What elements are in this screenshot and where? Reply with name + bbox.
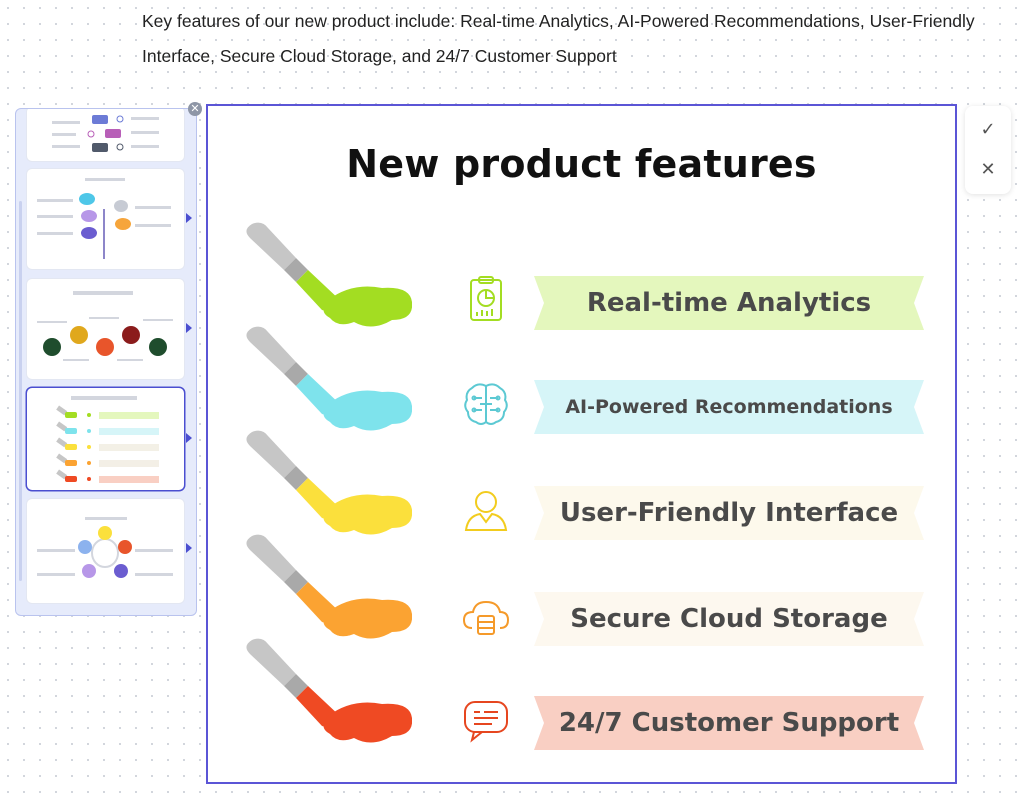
thumbnail-scrollbar[interactable] <box>19 201 22 581</box>
user-icon <box>460 484 512 536</box>
paintbrush-icon <box>246 326 412 431</box>
slide-thumbnail-3[interactable] <box>27 279 184 379</box>
slide-thumbnail-2[interactable] <box>27 169 184 269</box>
thumbnail-arrow-icon <box>186 433 192 443</box>
feature-ribbon-1: Real-time Analytics <box>534 276 924 330</box>
paintbrush-icon <box>246 534 412 639</box>
analytics-clipboard-icon <box>460 274 512 326</box>
feature-ribbon-3: User-Friendly Interface <box>534 486 924 540</box>
thumbnail-arrow-icon <box>186 213 192 223</box>
slide-canvas[interactable]: New product features Real-time Analytics <box>206 104 957 784</box>
feature-ribbon-2: AI-Powered Recommendations <box>534 380 924 434</box>
slide-thumbnail-panel <box>15 108 197 616</box>
checkmark-icon: ✓ <box>980 119 996 140</box>
feature-ribbon-5: 24/7 Customer Support <box>534 696 924 750</box>
feature-label-1: Real-time Analytics <box>586 288 872 318</box>
paintbrush-icon <box>246 638 412 743</box>
thumbnail-panel-close-icon[interactable]: ✕ <box>188 102 202 116</box>
feature-label-3: User-Friendly Interface <box>559 498 899 528</box>
paintbrush-icon <box>246 222 412 327</box>
close-icon: ✕ <box>980 159 996 180</box>
accept-button[interactable]: ✓ <box>965 110 1011 150</box>
feature-label-4: Secure Cloud Storage <box>570 604 888 634</box>
slide-thumbnail-4[interactable] <box>27 388 184 490</box>
thumbnail-arrow-icon <box>186 543 192 553</box>
slide-thumbnail-1[interactable] <box>27 109 184 161</box>
thumbnail-arrow-icon <box>186 323 192 333</box>
cloud-storage-icon <box>460 590 512 642</box>
slide-thumbnail-5[interactable] <box>27 499 184 603</box>
feature-label-2: AI-Powered Recommendations <box>565 396 893 418</box>
feature-ribbon-4: Secure Cloud Storage <box>534 592 924 646</box>
accept-reject-toolbar: ✓ ✕ <box>965 106 1011 194</box>
slide-title: New product features <box>346 142 817 186</box>
brain-circuit-icon <box>460 378 512 430</box>
chat-support-icon <box>460 694 512 746</box>
prompt-text: Key features of our new product include:… <box>142 11 975 66</box>
reject-button[interactable]: ✕ <box>965 150 1011 190</box>
paintbrush-icon <box>246 430 412 535</box>
feature-label-5: 24/7 Customer Support <box>558 708 900 738</box>
